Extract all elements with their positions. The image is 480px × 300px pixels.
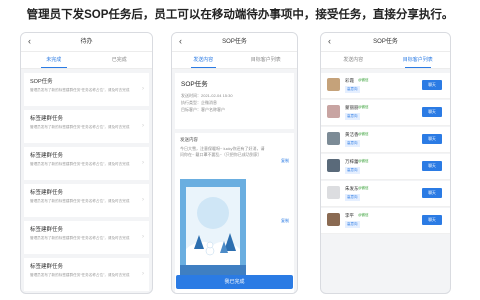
customer-name: 彩霞: [345, 78, 354, 83]
task-desc: 管理员发布了新的标签建群任务“任务名称占位”，请及时去完成: [30, 162, 130, 166]
sop-detail-phone: ‹ SOP任务 发送内容 目标客户列表 SOP任务 发送时间：2021-02-0…: [171, 32, 298, 294]
avatar: [327, 159, 340, 172]
wechat-badge: @微信: [358, 132, 369, 136]
customer-name: 朱发东: [345, 186, 359, 191]
exec-type: 执行类型：企微消息: [181, 100, 217, 105]
tab-incomplete[interactable]: 未完成: [21, 52, 87, 68]
intent-tag: 高意向: [345, 140, 360, 147]
copy-text-button[interactable]: 复制: [281, 158, 289, 164]
task-desc: 管理员发布了新的标签建群任务“任务名称占位”，请及时去完成: [30, 199, 130, 203]
task-title: 标签建群任务: [30, 116, 64, 122]
task-title: SOP任务: [181, 81, 208, 88]
task-title: 标签建群任务: [30, 153, 64, 159]
customer-name: 黄洁香: [345, 132, 359, 137]
nav-bar: ‹ 待办: [21, 33, 152, 52]
task-card[interactable]: 标签建群任务管理员发布了新的标签建群任务“任务名称占位”，请及时去完成 ›: [24, 221, 149, 254]
intent-tag: 高意向: [345, 194, 360, 201]
task-desc: 管理员发布了新的标签建群任务“任务名称占位”，请及时去完成: [30, 125, 130, 129]
chevron-left-icon[interactable]: ‹: [28, 36, 31, 46]
task-desc: 管理员发布了新的标签建群任务“任务名称占位”，请及时去完成: [30, 236, 130, 240]
chat-button[interactable]: 聊天: [422, 161, 442, 171]
avatar: [327, 186, 340, 199]
chat-button[interactable]: 聊天: [422, 134, 442, 144]
chevron-right-icon: ›: [142, 123, 144, 129]
chevron-right-icon: ›: [142, 197, 144, 203]
chevron-right-icon: ›: [142, 234, 144, 240]
complete-button[interactable]: 我已完成: [176, 275, 293, 289]
customer-name: 李平: [345, 213, 354, 218]
chevron-right-icon: ›: [142, 160, 144, 166]
tab-bar: 发送内容 目标客户列表: [172, 52, 297, 69]
task-title: 标签建群任务: [30, 227, 64, 233]
wechat-badge: @微信: [358, 78, 369, 82]
wechat-badge: @微信: [358, 186, 369, 190]
task-card[interactable]: 标签建群任务管理员发布了新的标签建群任务“任务名称占位”，请及时去完成 ›: [24, 258, 149, 291]
task-desc: 管理员发布了新的标签建群任务“任务名称占位”，请及时去完成: [30, 88, 130, 92]
chat-button[interactable]: 聊天: [422, 80, 442, 90]
customer-row: 彩霞 @微信高意向 聊天: [321, 73, 450, 99]
page-title: SOP任务: [222, 39, 247, 45]
chevron-right-icon: ›: [142, 271, 144, 277]
tab-bar: 发送内容 目标客户列表: [321, 52, 450, 69]
page-caption: 管理员下发SOP任务后，员工可以在移动端待办事项中，接受任务，直接分享执行。: [26, 9, 454, 21]
avatar: [327, 132, 340, 145]
wechat-badge: @微信: [358, 159, 369, 163]
customer-row: 黄洁香 @微信高意向 聊天: [321, 127, 450, 153]
task-card[interactable]: SOP任务管理员发布了新的标签建群任务“任务名称占位”，请及时去完成 ›: [24, 73, 149, 106]
avatar: [327, 78, 340, 91]
task-card[interactable]: 标签建群任务管理员发布了新的标签建群任务“任务名称占位”，请及时去完成 ›: [24, 184, 149, 217]
tab-completed[interactable]: 已完成: [87, 52, 153, 68]
chevron-left-icon[interactable]: ‹: [328, 36, 331, 46]
task-card[interactable]: 标签建群任务管理员发布了新的标签建群任务“任务名称占位”，请及时去完成 ›: [24, 147, 149, 180]
intent-tag: 高意向: [345, 167, 360, 174]
tab-target-customers[interactable]: 目标客户列表: [235, 52, 298, 68]
avatar: [327, 105, 340, 118]
tab-send-content[interactable]: 发送内容: [172, 52, 235, 68]
tab-bar: 未完成 已完成: [21, 52, 152, 69]
intent-tag: 高意向: [345, 86, 360, 93]
send-time: 发送时间：2021-02-04 15:30: [181, 93, 233, 98]
customer-name: 蒙丽丽: [345, 105, 359, 110]
avatar: [327, 213, 340, 226]
chevron-left-icon[interactable]: ‹: [179, 36, 182, 46]
page-title: SOP任务: [373, 39, 398, 45]
chat-button[interactable]: 聊天: [422, 215, 442, 225]
nav-bar: ‹ SOP任务: [321, 33, 450, 52]
content-label: 发送内容: [180, 137, 198, 142]
task-card[interactable]: 标签建群任务管理员发布了新的标签建群任务“任务名称占位”，请及时去完成 ›: [24, 110, 149, 143]
customer-row: 朱发东 @微信高意向 聊天: [321, 181, 450, 207]
target-customer: 目标客户：客户名称客户: [181, 107, 225, 112]
task-desc: 管理员发布了新的标签建群任务“任务名称占位”，请及时去完成: [30, 273, 130, 277]
nav-bar: ‹ SOP任务: [172, 33, 297, 52]
page-title: 待办: [80, 39, 93, 45]
wechat-badge: @微信: [358, 105, 369, 109]
chevron-right-icon: ›: [142, 86, 144, 92]
task-info: SOP任务 发送时间：2021-02-04 15:30 执行类型：企微消息 目标…: [175, 73, 294, 129]
task-title: 标签建群任务: [30, 264, 64, 270]
customer-name: 万梓蕾: [345, 159, 359, 164]
task-title: 标签建群任务: [30, 190, 64, 196]
todo-phone: ‹ 待办 未完成 已完成 SOP任务管理员发布了新的标签建群任务“任务名称占位”…: [20, 32, 153, 294]
content-text: 今日大雪，注意保暖呀~ lucky你还有了好消，请问你在~ 戴口罩不要乱~（只把…: [180, 146, 265, 157]
customer-row: 李平 @微信高意向 聊天: [321, 208, 450, 234]
send-content: 发送内容 今日大雪，注意保暖呀~ lucky你还有了好消，请问你在~ 戴口罩不要…: [175, 133, 294, 293]
poster-image: [180, 179, 246, 285]
task-title: SOP任务: [30, 79, 53, 85]
customer-row: 万梓蕾 @微信高意向 聊天: [321, 154, 450, 180]
wechat-badge: @微信: [358, 213, 369, 217]
customer-row: 蒙丽丽 @微信高意向 聊天: [321, 100, 450, 126]
customer-list-phone: ‹ SOP任务 发送内容 目标客户列表 彩霞 @微信 高意向 聊天 蒙丽丽 @微信 高意向…: [320, 32, 451, 294]
winter-scene-illustration: [180, 179, 246, 285]
intent-tag: 高意向: [345, 113, 360, 120]
chat-button[interactable]: 聊天: [422, 188, 442, 198]
tab-target-customers[interactable]: 目标客户列表: [386, 52, 451, 68]
intent-tag: 高意向: [345, 221, 360, 228]
chat-button[interactable]: 聊天: [422, 107, 442, 117]
tab-send-content[interactable]: 发送内容: [321, 52, 386, 68]
copy-image-button[interactable]: 复制: [281, 218, 289, 224]
